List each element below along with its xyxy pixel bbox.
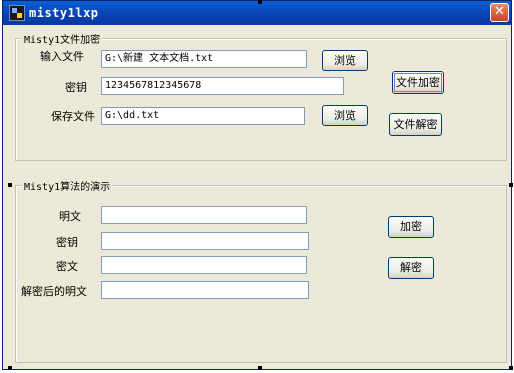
encrypt-file-button[interactable]: 文件加密 [392,71,444,94]
window-title: misty1lxp [29,6,99,20]
resize-handle-right-mid[interactable] [509,183,513,187]
decrypted-plaintext-label: 解密后的明文 [21,285,87,298]
resize-handle-left-mid[interactable] [8,183,12,187]
plaintext-label: 明文 [59,210,81,223]
app-window: misty1lxp ✕ Misty1文件加密 输入文件 G:\新建 文本文档.t… [2,0,512,370]
save-file-label: 保存文件 [51,110,95,123]
decrypt-button[interactable]: 解密 [388,257,434,279]
decrypted-plaintext-field[interactable] [101,281,309,299]
demo-key-field[interactable] [101,232,309,250]
close-button[interactable]: ✕ [490,3,509,22]
resize-handle-bottom-right[interactable] [509,366,513,370]
encrypt-button[interactable]: 加密 [388,216,434,238]
resize-handle-top[interactable] [258,0,262,4]
browse-save-button[interactable]: 浏览 [322,105,368,126]
resize-handle-bottom[interactable] [258,366,262,370]
save-file-field[interactable]: G:\dd.txt [101,107,305,125]
ciphertext-label: 密文 [56,260,78,273]
resize-handle-bottom-left[interactable] [8,366,12,370]
app-icon [9,5,25,21]
browse-input-button[interactable]: 浏览 [322,50,368,71]
ciphertext-field[interactable] [101,256,307,274]
file-encryption-group-title: Misty1文件加密 [22,31,103,46]
title-bar[interactable]: misty1lxp ✕ [3,1,511,25]
input-file-field[interactable]: G:\新建 文本文档.txt [101,50,307,68]
plaintext-field[interactable] [101,206,307,224]
demo-key-label: 密钥 [56,236,78,249]
decrypt-file-button[interactable]: 文件解密 [389,113,442,136]
input-file-label: 输入文件 [40,50,84,63]
key-field[interactable]: 1234567812345678 [101,77,344,95]
algorithm-demo-group-title: Misty1算法的演示 [22,178,113,193]
key-label: 密钥 [65,81,87,94]
